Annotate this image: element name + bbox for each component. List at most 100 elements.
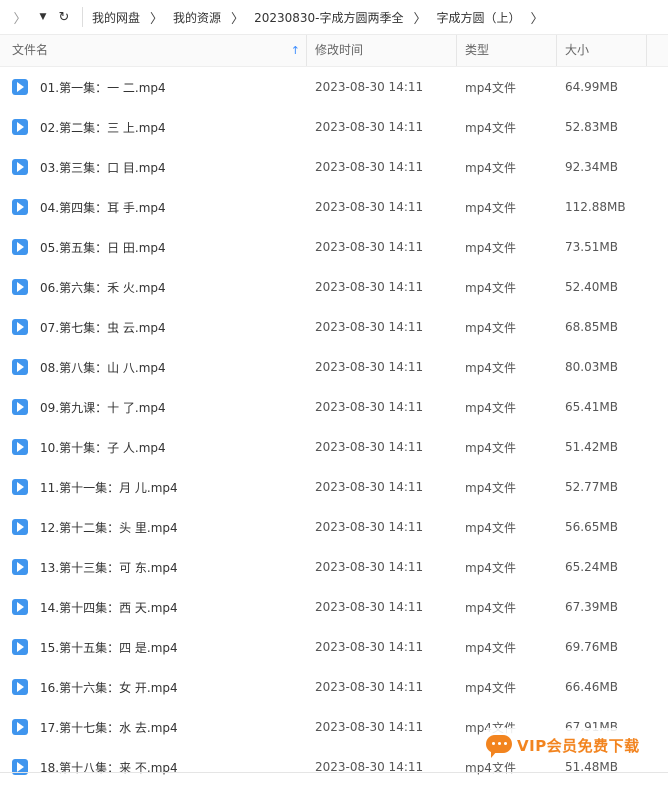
status-divider	[0, 772, 668, 773]
table-header: 文件名 ↑ 修改时间 类型 大小	[0, 35, 668, 67]
modified-time: 2023-08-30 14:11	[315, 80, 424, 94]
file-name-cell[interactable]: 13.第十三集：可 东.mp4	[0, 559, 307, 576]
file-type: mp4文件	[465, 480, 516, 495]
column-header-extra	[647, 35, 668, 66]
file-type: mp4文件	[465, 120, 516, 135]
table-row[interactable]: 08.第八集：山 八.mp4 2023-08-30 14:11 mp4文件 80.03…	[0, 347, 668, 387]
modified-time: 2023-08-30 14:11	[315, 280, 424, 294]
video-file-icon	[12, 199, 28, 215]
file-size: 80.03MB	[565, 360, 618, 374]
table-row[interactable]: 01.第一集：一 二.mp4 2023-08-30 14:11 mp4文件 64.99…	[0, 67, 668, 107]
file-name: 02.第二集：三 上.mp4	[40, 120, 166, 135]
table-row[interactable]: 16.第十六集：女 开.mp4 2023-08-30 14:11 mp4文件 66.4…	[0, 667, 668, 707]
file-name-cell[interactable]: 11.第十一集：月 儿.mp4	[0, 479, 307, 496]
column-header-type[interactable]: 类型	[457, 35, 557, 66]
column-header-size-label: 大小	[565, 43, 590, 57]
file-name: 03.第三集：口 目.mp4	[40, 160, 166, 175]
breadcrumb-item[interactable]: 我的资源	[172, 9, 222, 26]
file-size: 64.99MB	[565, 80, 618, 94]
file-list: 01.第一集：一 二.mp4 2023-08-30 14:11 mp4文件 64.99…	[0, 67, 668, 787]
modified-time: 2023-08-30 14:11	[315, 440, 424, 454]
breadcrumb-item[interactable]: 20230830-字成方圆两季全	[253, 9, 404, 26]
file-name-cell[interactable]: 05.第五集：日 田.mp4	[0, 239, 307, 256]
file-size: 73.51MB	[565, 240, 618, 254]
file-name-cell[interactable]: 17.第十七集：水 去.mp4	[0, 719, 307, 736]
file-name: 10.第十集：子 人.mp4	[40, 440, 166, 455]
table-row[interactable]: 11.第十一集：月 儿.mp4 2023-08-30 14:11 mp4文件 52.7…	[0, 467, 668, 507]
table-row[interactable]: 06.第六集：禾 火.mp4 2023-08-30 14:11 mp4文件 52.40…	[0, 267, 668, 307]
file-name-cell[interactable]: 15.第十五集：四 是.mp4	[0, 639, 307, 656]
modified-time: 2023-08-30 14:11	[315, 680, 424, 694]
file-type: mp4文件	[465, 560, 516, 575]
file-type: mp4文件	[465, 400, 516, 415]
breadcrumb-separator-icon: 〉	[231, 11, 245, 27]
table-row[interactable]: 07.第七集：虫 云.mp4 2023-08-30 14:11 mp4文件 68.85…	[0, 307, 668, 347]
file-name: 16.第十六集：女 开.mp4	[40, 680, 178, 695]
modified-time: 2023-08-30 14:11	[315, 240, 424, 254]
file-type: mp4文件	[465, 80, 516, 95]
file-name: 08.第八集：山 八.mp4	[40, 360, 166, 375]
file-type: mp4文件	[465, 360, 516, 375]
breadcrumb-separator-icon: 〉	[150, 11, 164, 27]
file-type: mp4文件	[465, 280, 516, 295]
file-name-cell[interactable]: 03.第三集：口 目.mp4	[0, 159, 307, 176]
breadcrumb-item[interactable]: 字成方圆（上）	[436, 9, 522, 26]
file-size: 51.42MB	[565, 440, 618, 454]
breadcrumb-item[interactable]: 我的网盘	[91, 9, 141, 26]
column-header-size[interactable]: 大小	[557, 35, 647, 66]
file-name: 04.第四集：耳 手.mp4	[40, 200, 166, 215]
file-name-cell[interactable]: 06.第六集：禾 火.mp4	[0, 279, 307, 296]
table-row[interactable]: 02.第二集：三 上.mp4 2023-08-30 14:11 mp4文件 52.83…	[0, 107, 668, 147]
table-row[interactable]: 05.第五集：日 田.mp4 2023-08-30 14:11 mp4文件 73.51…	[0, 227, 668, 267]
modified-time: 2023-08-30 14:11	[315, 320, 424, 334]
file-size: 92.34MB	[565, 160, 618, 174]
video-file-icon	[12, 239, 28, 255]
table-row[interactable]: 12.第十二集：头 里.mp4 2023-08-30 14:11 mp4文件 56.6…	[0, 507, 668, 547]
file-size: 112.88MB	[565, 200, 626, 214]
file-name-cell[interactable]: 16.第十六集：女 开.mp4	[0, 679, 307, 696]
toolbar: 〉 ▼ ↻ 我的网盘〉我的资源〉 20230830-字成方圆两季全〉字成方圆（上）…	[0, 0, 668, 35]
table-row[interactable]: 03.第三集：口 目.mp4 2023-08-30 14:11 mp4文件 92.34…	[0, 147, 668, 187]
table-row[interactable]: 10.第十集：子 人.mp4 2023-08-30 14:11 mp4文件 51.42…	[0, 427, 668, 467]
table-row[interactable]: 14.第十四集：西 天.mp4 2023-08-30 14:11 mp4文件 67.3…	[0, 587, 668, 627]
column-header-name-label: 文件名	[12, 43, 49, 57]
file-name-cell[interactable]: 08.第八集：山 八.mp4	[0, 359, 307, 376]
video-file-icon	[12, 479, 28, 495]
file-name-cell[interactable]: 10.第十集：子 人.mp4	[0, 439, 307, 456]
file-name: 13.第十三集：可 东.mp4	[40, 560, 178, 575]
file-size: 56.65MB	[565, 520, 618, 534]
file-name-cell[interactable]: 04.第四集：耳 手.mp4	[0, 199, 307, 216]
video-file-icon	[12, 519, 28, 535]
refresh-icon[interactable]: ↻	[54, 0, 74, 34]
column-header-modified[interactable]: 修改时间	[307, 35, 457, 66]
video-file-icon	[12, 279, 28, 295]
video-file-icon	[12, 639, 28, 655]
breadcrumb-separator-icon: 〉	[530, 11, 544, 27]
file-size: 52.40MB	[565, 280, 618, 294]
forward-icon[interactable]: 〉	[10, 0, 30, 34]
file-name-cell[interactable]: 01.第一集：一 二.mp4	[0, 79, 307, 96]
video-file-icon	[12, 559, 28, 575]
file-name-cell[interactable]: 12.第十二集：头 里.mp4	[0, 519, 307, 536]
modified-time: 2023-08-30 14:11	[315, 560, 424, 574]
video-file-icon	[12, 719, 28, 735]
table-row[interactable]: 04.第四集：耳 手.mp4 2023-08-30 14:11 mp4文件 112.8…	[0, 187, 668, 227]
file-type: mp4文件	[465, 680, 516, 695]
modified-time: 2023-08-30 14:11	[315, 120, 424, 134]
column-header-name[interactable]: 文件名 ↑	[0, 35, 307, 66]
file-name-cell[interactable]: 02.第二集：三 上.mp4	[0, 119, 307, 136]
video-file-icon	[12, 79, 28, 95]
sort-ascending-icon[interactable]: ↑	[291, 35, 300, 66]
column-header-type-label: 类型	[465, 43, 490, 57]
file-type: mp4文件	[465, 200, 516, 215]
file-name-cell[interactable]: 14.第十四集：西 天.mp4	[0, 599, 307, 616]
file-name-cell[interactable]: 09.第九课：十 了.mp4	[0, 399, 307, 416]
file-type: mp4文件	[465, 600, 516, 615]
table-row[interactable]: 15.第十五集：四 是.mp4 2023-08-30 14:11 mp4文件 69.7…	[0, 627, 668, 667]
table-row[interactable]: 13.第十三集：可 东.mp4 2023-08-30 14:11 mp4文件 65.2…	[0, 547, 668, 587]
file-name: 07.第七集：虫 云.mp4	[40, 320, 166, 335]
table-row[interactable]: 09.第九课：十 了.mp4 2023-08-30 14:11 mp4文件 65.41…	[0, 387, 668, 427]
file-name-cell[interactable]: 07.第七集：虫 云.mp4	[0, 319, 307, 336]
video-file-icon	[12, 679, 28, 695]
history-dropdown-icon[interactable]: ▼	[36, 0, 50, 34]
